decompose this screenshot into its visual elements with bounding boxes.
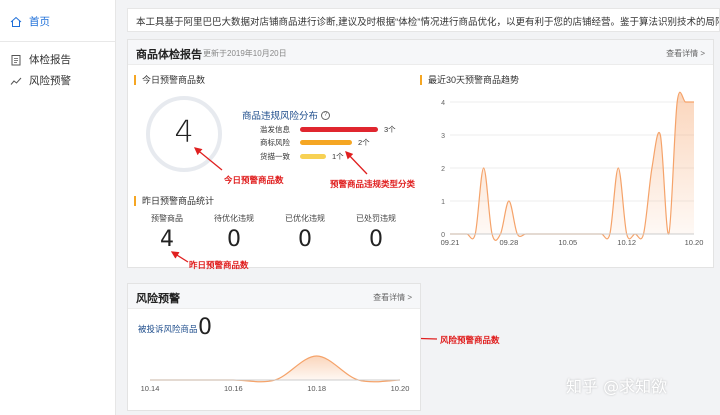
x-tick-label: 10.16	[224, 384, 243, 393]
arrow-dist	[345, 151, 368, 175]
watermark: 知乎 @求知欲	[566, 377, 668, 396]
annotation-dist: 预警商品违规类型分类	[330, 179, 416, 189]
series-line	[150, 355, 401, 383]
area-fill	[150, 356, 400, 382]
annotation-today: 今日预警商品数	[224, 175, 284, 185]
x-tick-label: 10.18	[307, 384, 326, 393]
complaint-risk-count: 0	[198, 315, 212, 340]
view-details-link[interactable]: 查看详情 >	[373, 292, 412, 303]
complaint-risk-label: 被投诉风险商品	[138, 324, 198, 334]
arrow-yesterday	[170, 251, 189, 263]
annotation-risk: 风险预警商品数	[440, 335, 500, 345]
arrow-today	[193, 147, 223, 171]
risk-chart: 10.14 10.16 10.18 10.20	[141, 355, 410, 393]
panel-title: 风险预警	[136, 293, 180, 305]
annotation-yesterday: 昨日预警商品数	[189, 260, 249, 270]
x-tick-label: 10.20	[391, 384, 410, 393]
x-tick-label: 10.14	[141, 384, 160, 393]
risk-panel-header: 风险预警 查看详情 >	[128, 284, 420, 309]
